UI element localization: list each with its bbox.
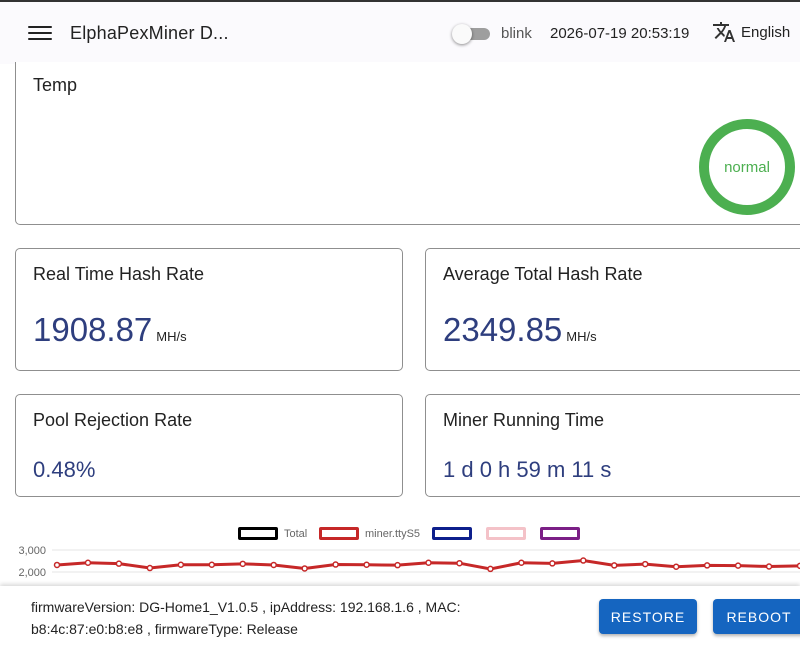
realtime-hashrate-value: 1908.87	[33, 311, 153, 348]
firmware-info: firmwareVersion: DG-Home1_V1.0.5 , ipAdd…	[31, 596, 551, 640]
legend-item-series-5[interactable]	[540, 527, 580, 540]
restore-button[interactable]: RESTORE	[599, 599, 697, 634]
running-time-title: Miner Running Time	[443, 410, 605, 430]
hashrate-chart: 3,000 2,000	[18, 545, 800, 579]
temp-title: Temp	[33, 75, 78, 95]
legend-item-miner-ttys5[interactable]: miner.ttyS5	[319, 527, 420, 540]
legend-label: miner.ttyS5	[365, 527, 421, 540]
legend-swatch	[540, 527, 580, 540]
realtime-hashrate-unit: MH/s	[156, 329, 187, 344]
data-point[interactable]	[487, 565, 494, 573]
data-point[interactable]	[641, 560, 649, 568]
data-point[interactable]	[456, 559, 463, 567]
data-point[interactable]	[703, 562, 711, 569]
legend-swatch	[486, 527, 526, 540]
legend-label: Total	[284, 527, 308, 540]
average-hashrate-title: Average Total Hash Rate	[443, 264, 643, 284]
toggle-thumb	[452, 24, 472, 44]
running-time-card: Miner Running Time 1 d 0 h 59 m 11 s	[425, 394, 800, 497]
data-point[interactable]	[84, 559, 92, 567]
data-point[interactable]	[363, 561, 370, 568]
legend-item-series-4[interactable]	[486, 527, 526, 540]
y-tick-label: 2,000	[18, 567, 46, 579]
data-point[interactable]	[332, 561, 339, 568]
realtime-hashrate-card: Real Time Hash Rate 1908.87 MH/s	[15, 248, 403, 371]
data-point[interactable]	[518, 559, 525, 567]
legend-item-total[interactable]: Total	[238, 527, 307, 540]
average-hashrate-value: 2349.85	[443, 311, 563, 348]
app-title: ElphaPexMiner D...	[70, 22, 229, 43]
data-point[interactable]	[146, 564, 154, 572]
legend-item-series-3[interactable]	[432, 527, 472, 540]
pool-rejection-card: Pool Rejection Rate 0.48%	[15, 394, 403, 497]
pool-rejection-title: Pool Rejection Rate	[33, 410, 193, 430]
firmware-info-line-2: b8:4c:87:e0:b8:e8 , firmwareType: Releas…	[31, 621, 298, 637]
legend-swatch	[432, 527, 472, 540]
data-point[interactable]	[394, 561, 401, 569]
language-selector[interactable]: English	[712, 20, 790, 44]
blink-toggle[interactable]	[452, 24, 490, 44]
data-point[interactable]	[301, 565, 308, 572]
app-bar: ElphaPexMiner D... blink 2026-07-19 20:5…	[0, 0, 800, 64]
data-point[interactable]	[239, 560, 246, 568]
temp-status-label: normal	[724, 158, 770, 176]
data-point[interactable]	[549, 560, 556, 567]
data-point[interactable]	[734, 562, 742, 569]
data-point[interactable]	[177, 561, 185, 568]
firmware-info-line-1: firmwareVersion: DG-Home1_V1.0.5 , ipAdd…	[31, 599, 461, 615]
data-point[interactable]	[425, 559, 432, 567]
translate-icon	[713, 22, 735, 42]
data-point[interactable]	[611, 562, 618, 569]
temp-status-gauge: normal	[699, 119, 795, 215]
menu-icon[interactable]	[28, 23, 52, 43]
legend-swatch	[319, 527, 359, 540]
average-hashrate-value-group: 2349.85 MH/s	[443, 311, 597, 349]
legend-swatch	[238, 527, 278, 540]
language-label: English	[741, 23, 791, 41]
average-hashrate-card: Average Total Hash Rate 2349.85 MH/s	[425, 248, 800, 371]
data-point[interactable]	[580, 557, 587, 564]
data-point[interactable]	[208, 561, 216, 568]
data-point[interactable]	[672, 563, 680, 570]
temp-card: Temp normal	[15, 62, 800, 225]
average-hashrate-unit: MH/s	[566, 329, 597, 344]
y-tick-label: 3,000	[18, 545, 46, 557]
pool-rejection-value: 0.48%	[33, 457, 96, 482]
running-time-value: 1 d 0 h 59 m 11 s	[443, 457, 612, 482]
data-point[interactable]	[765, 563, 773, 570]
realtime-hashrate-title: Real Time Hash Rate	[33, 264, 205, 284]
datetime-display: 2026-07-19 20:53:19	[550, 25, 690, 42]
blink-label: blink	[501, 25, 532, 42]
reboot-button[interactable]: REBOOT	[713, 599, 800, 634]
realtime-hashrate-value-group: 1908.87 MH/s	[33, 311, 187, 349]
footer-bar: firmwareVersion: DG-Home1_V1.0.5 , ipAdd…	[0, 586, 800, 648]
data-point[interactable]	[53, 561, 61, 569]
data-point[interactable]	[270, 561, 277, 569]
data-point[interactable]	[115, 560, 123, 567]
